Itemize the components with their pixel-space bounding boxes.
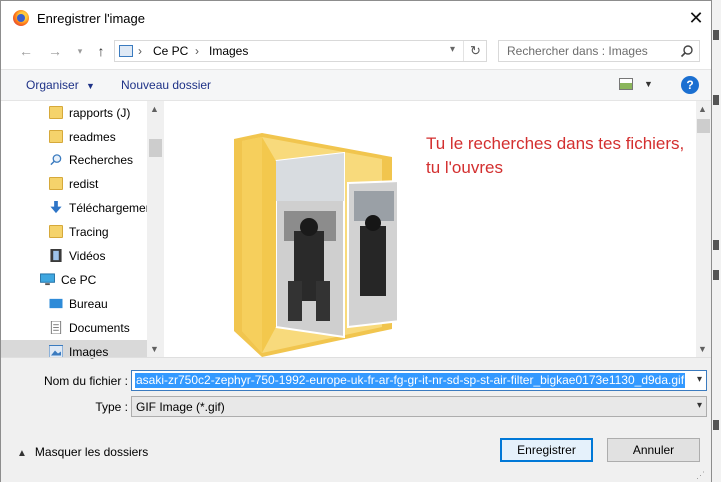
sidebar-item-redist[interactable]: redist (1, 172, 147, 196)
navigation-pane: rapports (J) readmes Recherches redist T… (1, 101, 164, 359)
navigation-bar: ← → ▾ ↑ › Ce PC › Images ▾ ↻ Rechercher … (1, 35, 711, 69)
sidebar-item-rapports[interactable]: rapports (J) (1, 101, 147, 125)
folder-preview-icon (234, 133, 397, 357)
save-image-dialog: Enregistrer l'image ✕ ← → ▾ ↑ › Ce PC › … (0, 0, 712, 482)
sidebar-item-documents[interactable]: Documents (1, 316, 147, 340)
filename-value: asaki-zr750c2-zephyr-750-1992-europe-uk-… (135, 373, 686, 388)
folder-icon (49, 225, 63, 238)
filename-input[interactable]: asaki-zr750c2-zephyr-750-1992-europe-uk-… (131, 370, 707, 391)
scroll-up-icon[interactable]: ▲ (150, 104, 159, 114)
download-icon (50, 201, 62, 214)
background-mark (713, 95, 719, 105)
search-box[interactable]: Rechercher dans : Images (498, 40, 700, 62)
search-icon[interactable] (680, 44, 694, 58)
preview-annotation: Tu le recherches dans tes fichiers, tu l… (426, 134, 685, 177)
breadcrumb-images[interactable]: Images (209, 44, 248, 58)
back-arrow-icon[interactable]: ← (17, 42, 35, 60)
sidebar-item-images[interactable]: Images (1, 340, 147, 359)
close-button[interactable]: ✕ (684, 7, 708, 29)
window-title: Enregistrer l'image (37, 11, 145, 26)
folder-icon (49, 106, 63, 119)
cancel-button[interactable]: Annuler (607, 438, 700, 462)
filename-label: Nom du fichier : (43, 374, 128, 388)
desktop-icon (49, 298, 63, 309)
hide-folders-label: Masquer les dossiers (34, 445, 149, 459)
forward-arrow-icon[interactable]: → (46, 42, 64, 60)
search-placeholder: Rechercher dans : Images (507, 44, 648, 58)
file-type-value: GIF Image (*.gif) (136, 400, 225, 414)
background-mark (713, 420, 719, 430)
title-bar: Enregistrer l'image ✕ (1, 1, 711, 35)
pc-location-icon (119, 45, 133, 57)
help-icon[interactable]: ? (681, 76, 699, 94)
sidebar-item-label: Vidéos (69, 249, 106, 263)
breadcrumb-separator-icon: › (195, 44, 199, 58)
folder-icon (49, 177, 63, 190)
file-type-select[interactable]: GIF Image (*.gif) ▾ (131, 396, 707, 417)
sidebar-item-label: Documents (69, 321, 130, 335)
address-dropdown-icon[interactable]: ▾ (450, 44, 455, 55)
documents-icon (50, 321, 62, 334)
navigation-pane-scrollbar[interactable]: ▲ ▼ (147, 101, 164, 357)
chevron-down-icon[interactable]: ▾ (697, 400, 702, 411)
computer-icon (40, 273, 55, 286)
background-mark (713, 30, 719, 40)
breadcrumb-separator-icon: › (138, 44, 142, 58)
file-preview-area: Tu le recherches dans tes fichiers, tu l… (164, 101, 696, 357)
sidebar-item-telechargements[interactable]: Téléchargemer (1, 196, 150, 220)
sidebar-item-recherches[interactable]: Recherches (1, 148, 147, 172)
scrollbar-thumb[interactable] (149, 139, 162, 157)
background-mark (713, 240, 719, 250)
new-folder-button[interactable]: Nouveau dossier (121, 78, 211, 92)
recent-locations-chevron-icon[interactable]: ▾ (71, 42, 89, 60)
video-icon (50, 249, 62, 262)
sidebar-item-label: readmes (69, 130, 116, 144)
save-button[interactable]: Enregistrer (500, 438, 593, 462)
scrollbar-thumb[interactable] (697, 119, 710, 133)
view-options-icon[interactable] (619, 78, 633, 90)
dialog-footer: ▲ Masquer les dossiers Enregistrer Annule… (1, 426, 711, 482)
address-bar[interactable]: › Ce PC › Images ▾ ↻ (114, 40, 487, 62)
preview-scrollbar[interactable]: ▲ ▼ (696, 101, 711, 357)
sidebar-item-label: Téléchargemer (69, 201, 150, 215)
sidebar-item-label: Ce PC (61, 273, 97, 287)
refresh-icon[interactable]: ↻ (470, 43, 481, 59)
sidebar-item-tracing[interactable]: Tracing (1, 220, 147, 244)
organise-label: Organiser (26, 78, 79, 92)
background-mark (713, 270, 719, 280)
separator (1, 357, 711, 358)
resize-grip-icon[interactable]: ⋰ (696, 470, 705, 481)
type-label: Type : (95, 400, 128, 414)
sidebar-item-label: Bureau (69, 297, 108, 311)
firefox-icon (13, 10, 29, 26)
view-dropdown-icon[interactable]: ▼ (644, 79, 653, 89)
address-divider (463, 41, 464, 61)
scroll-up-icon[interactable]: ▲ (698, 104, 707, 114)
organise-menu[interactable]: Organiser ▼ (26, 78, 95, 92)
sidebar-item-label: rapports (J) (69, 106, 131, 120)
sidebar-item-ce-pc[interactable]: Ce PC (1, 268, 147, 292)
sidebar-item-videos[interactable]: Vidéos (1, 244, 147, 268)
scroll-down-icon[interactable]: ▼ (150, 344, 159, 354)
folder-icon (49, 130, 63, 143)
sidebar-item-readmes[interactable]: readmes (1, 125, 147, 149)
search-icon (50, 154, 62, 166)
sidebar-item-label: Tracing (69, 225, 109, 239)
command-toolbar: Organiser ▼ Nouveau dossier ▼ ? (1, 69, 711, 101)
sidebar-item-label: Recherches (69, 153, 134, 167)
chevron-down-icon[interactable]: ▾ (697, 374, 702, 385)
chevron-up-icon: ▲ (17, 448, 27, 459)
breadcrumb-ce-pc[interactable]: Ce PC (153, 44, 188, 58)
scroll-down-icon[interactable]: ▼ (698, 344, 707, 354)
sidebar-item-bureau[interactable]: Bureau (1, 292, 147, 316)
up-arrow-icon[interactable]: ↑ (92, 42, 110, 60)
chevron-down-icon: ▼ (86, 81, 95, 91)
hide-folders-toggle[interactable]: ▲ Masquer les dossiers (17, 445, 148, 459)
sidebar-item-label: redist (69, 177, 99, 191)
